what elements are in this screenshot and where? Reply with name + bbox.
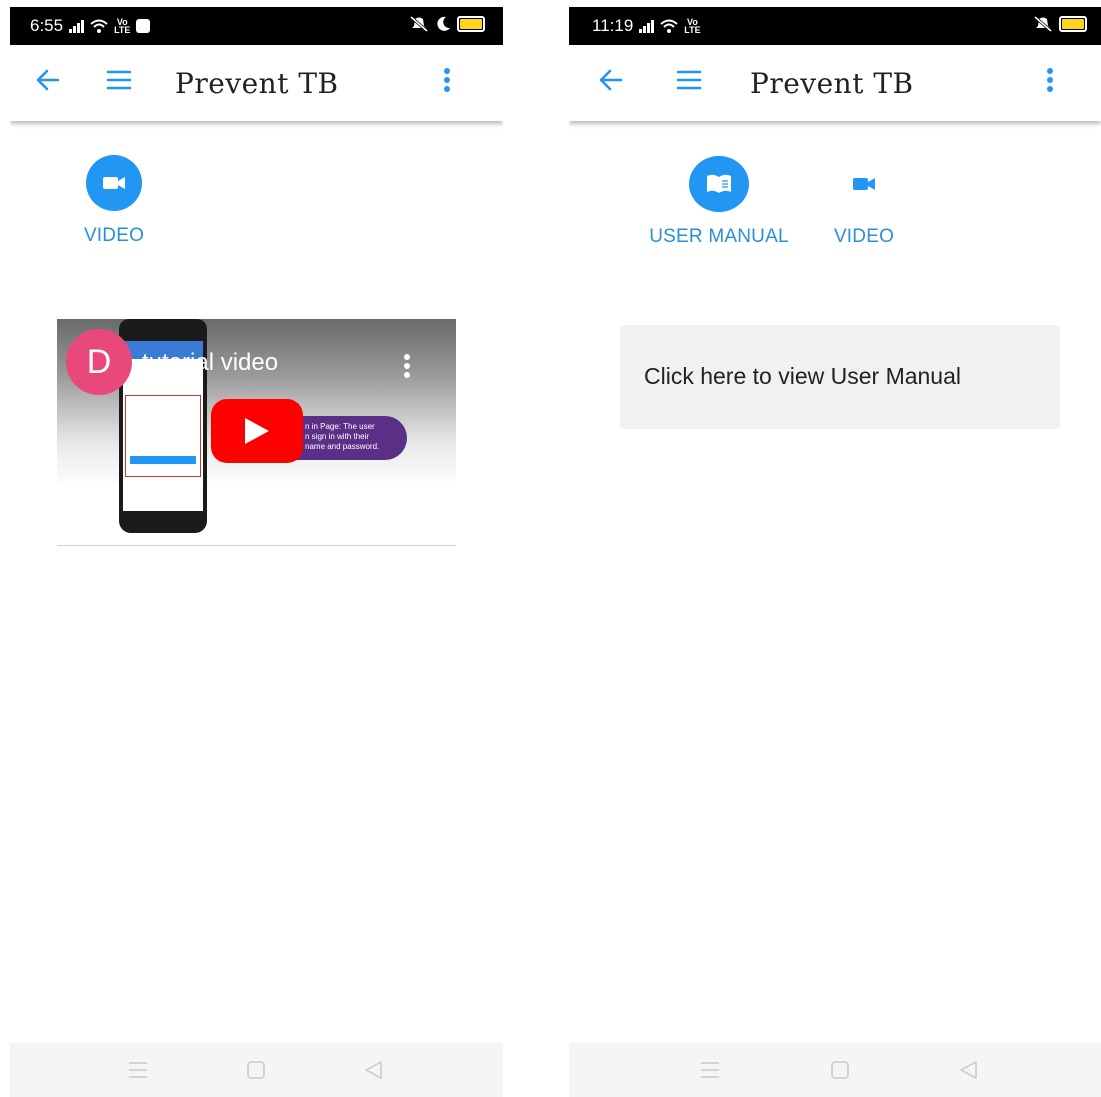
home-icon[interactable] xyxy=(831,1061,849,1079)
wifi-icon xyxy=(90,19,108,33)
mute-icon xyxy=(1034,16,1052,32)
video-player[interactable]: D tutorial video n in Page: The user n s… xyxy=(57,319,456,546)
phone-screen-right: 11:19 Vo LTE Prevent TB USER MANUAL VIDEO… xyxy=(569,7,1101,1097)
back-arrow-icon[interactable] xyxy=(35,67,61,93)
status-bar: 11:19 Vo LTE xyxy=(569,7,1101,45)
status-time: 11:19 xyxy=(592,16,634,35)
overlay-caption-text: n in Page: The user n sign in with their… xyxy=(305,422,380,451)
video-more-icon[interactable] xyxy=(402,353,412,379)
tab-video-icon-wrap xyxy=(836,156,892,212)
app-bar: Prevent TB xyxy=(569,45,1101,121)
view-user-manual-card[interactable]: Click here to view User Manual xyxy=(620,325,1060,429)
status-bar: 6:55 Vo LTE xyxy=(10,7,503,45)
view-user-manual-text: Click here to view User Manual xyxy=(644,363,962,389)
back-nav-icon[interactable] xyxy=(364,1061,382,1079)
tab-video-label: VIDEO xyxy=(833,226,895,247)
battery-icon xyxy=(457,16,485,32)
notification-icon xyxy=(136,19,151,33)
app-bar: Prevent TB xyxy=(10,45,503,121)
home-icon[interactable] xyxy=(247,1061,265,1079)
app-title: Prevent TB xyxy=(175,67,339,100)
battery-icon xyxy=(1059,16,1087,32)
menu-icon[interactable] xyxy=(106,67,132,93)
signal-icon xyxy=(639,19,655,33)
phone-screen-left: 6:55 Vo LTE Prevent TB VIDEO D tutorial … xyxy=(10,7,503,1097)
more-options-icon[interactable] xyxy=(441,67,453,95)
tab-video-circle xyxy=(86,155,142,211)
back-nav-icon[interactable] xyxy=(959,1061,977,1079)
moon-icon xyxy=(437,16,450,31)
volte-icon: Vo LTE xyxy=(114,17,131,35)
mute-icon xyxy=(410,16,428,32)
wifi-icon xyxy=(660,19,678,33)
recents-icon[interactable] xyxy=(128,1061,148,1079)
play-button[interactable] xyxy=(211,399,303,463)
channel-avatar[interactable]: D xyxy=(66,329,132,395)
back-arrow-icon[interactable] xyxy=(598,67,624,93)
tab-user-manual-label: USER MANUAL xyxy=(649,226,789,247)
play-icon xyxy=(245,418,269,444)
tab-video[interactable]: VIDEO xyxy=(59,155,169,247)
app-title: Prevent TB xyxy=(750,67,914,100)
video-camera-icon xyxy=(853,178,875,190)
menu-icon[interactable] xyxy=(676,67,702,93)
video-overlay-caption: n in Page: The user n sign in with their… xyxy=(295,416,407,460)
status-time: 6:55 xyxy=(30,16,64,35)
more-options-icon[interactable] xyxy=(1044,67,1056,95)
tab-user-manual[interactable]: USER MANUAL xyxy=(639,156,799,248)
tab-video[interactable]: VIDEO xyxy=(822,156,906,248)
signal-icon xyxy=(69,19,85,33)
system-nav-bar xyxy=(10,1043,503,1097)
tab-video-label: VIDEO xyxy=(83,225,145,246)
video-title[interactable]: tutorial video xyxy=(142,349,278,377)
video-camera-icon xyxy=(103,177,125,189)
book-icon xyxy=(707,174,731,193)
system-nav-bar xyxy=(569,1043,1101,1097)
recents-icon[interactable] xyxy=(700,1061,720,1079)
volte-icon: Vo LTE xyxy=(684,17,701,35)
tab-user-manual-circle xyxy=(689,156,749,212)
